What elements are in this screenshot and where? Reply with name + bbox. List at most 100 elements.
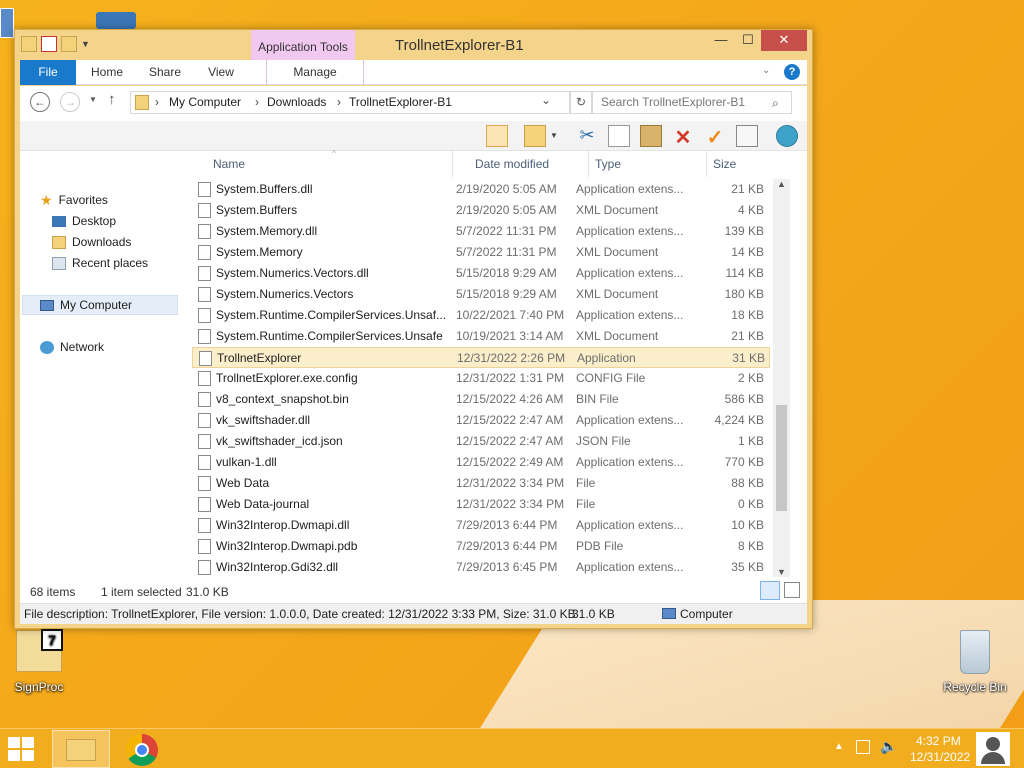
tab-share[interactable]: Share [140,60,190,85]
column-header-size[interactable]: Size [706,151,786,177]
file-date: 12/31/2022 1:31 PM [456,371,565,385]
table-row[interactable]: Web Data 12/31/2022 3:34 PM File 88 KB [192,473,770,494]
up-button[interactable]: ↑ [108,91,116,108]
table-row[interactable]: v8_context_snapshot.bin 12/15/2022 4:26 A… [192,389,770,410]
clock-date[interactable]: 12/31/2022 [910,750,970,764]
scroll-thumb[interactable] [776,405,787,511]
chevron-down-icon[interactable]: ⌄ [541,93,551,107]
table-row[interactable]: vulkan-1.dll 12/15/2022 2:49 AM Applicatio… [192,452,770,473]
nav-recent-places[interactable]: Recent places [52,253,148,273]
properties-icon[interactable] [41,36,57,52]
table-row[interactable]: Win32Interop.Gdi32.dll 7/29/2013 6:45 PM A… [192,557,770,578]
table-row[interactable]: System.Numerics.Vectors.dll 5/15/2018 9:2… [192,263,770,284]
breadcrumb-downloads[interactable]: Downloads [267,95,326,109]
file-size: 21 KB [731,329,764,343]
column-header-name[interactable]: Name [213,151,453,177]
nav-my-computer[interactable]: My Computer [40,295,132,315]
maximize-button[interactable]: ☐ [735,30,761,51]
file-icon [198,224,211,239]
tab-file[interactable]: File [20,60,76,85]
nav-desktop[interactable]: Desktop [52,211,116,231]
table-row[interactable]: System.Buffers 2/19/2020 5:05 AM XML Docum… [192,200,770,221]
action-center-icon[interactable] [856,740,870,754]
ribbon-expand-icon[interactable]: ⌄ [762,65,770,76]
help-icon[interactable]: ? [784,64,800,80]
file-icon [198,497,211,512]
signproc-icon: 7 [16,629,63,672]
folder-icon[interactable] [21,36,37,52]
clock-time[interactable]: 4:32 PM [916,734,961,748]
recent-locations-icon[interactable]: ▼ [89,95,97,104]
tab-manage[interactable]: Manage [266,60,364,85]
table-row[interactable]: System.Memory.dll 5/7/2022 11:31 PM Applic… [192,221,770,242]
table-row[interactable]: vk_swiftshader_icd.json 12/15/2022 2:47 A… [192,431,770,452]
file-name: vulkan-1.dll [216,455,277,469]
chevron-down-icon[interactable]: ▼ [81,36,91,52]
table-row[interactable]: System.Runtime.CompilerServices.Unsafe 10… [192,326,770,347]
file-size: 180 KB [724,287,764,301]
tab-home[interactable]: Home [84,60,130,85]
table-row[interactable]: System.Memory 5/7/2022 11:31 PM XML Docume… [192,242,770,263]
properties-icon[interactable] [736,125,758,147]
table-row[interactable]: Win32Interop.Dwmapi.dll 7/29/2013 6:44 PM… [192,515,770,536]
back-button[interactable]: ← [30,92,50,112]
show-hidden-icons[interactable]: ▲ [834,741,844,752]
search-icon[interactable]: ⌕ [772,96,779,111]
file-name: Web Data-journal [216,497,310,511]
volume-icon[interactable]: 🔈 [880,738,897,755]
desktop-icon-partial-top-2[interactable] [96,12,136,29]
minimize-button[interactable]: — [707,30,735,51]
table-row[interactable]: Win32Interop.Dwmapi.pdb 7/29/2013 6:44 PM… [192,536,770,557]
large-icons-view-icon[interactable] [784,582,800,598]
scroll-up-icon[interactable]: ▲ [773,179,790,189]
taskbar-chrome-button[interactable] [126,734,158,766]
new-folder-icon[interactable] [61,36,77,52]
search-input[interactable]: Search TrollnetExplorer-B1 [592,91,792,114]
selection-count: 1 item selected [101,585,182,599]
file-name: Web Data [216,476,270,490]
desktop-icon-recycle-bin[interactable]: Recycle Bin [940,630,1010,694]
file-type: File [576,497,596,511]
refresh-button[interactable]: ↻ [570,91,592,114]
tab-view[interactable]: View [198,60,244,85]
copy-icon[interactable] [608,125,630,147]
globe-icon[interactable] [776,125,798,147]
start-button[interactable] [8,737,36,761]
vertical-scrollbar[interactable]: ▲ ▼ [773,179,790,577]
nav-favorites[interactable]: ★ Favorites [40,190,108,210]
table-row[interactable]: System.Runtime.CompilerServices.Unsaf...… [192,305,770,326]
breadcrumb-my-computer[interactable]: My Computer [169,95,241,109]
nav-network[interactable]: Network [40,337,104,357]
table-row[interactable]: TrollnetExplorer.exe.config 12/31/2022 1:… [192,368,770,389]
details-view-icon[interactable] [760,581,780,600]
table-row[interactable]: System.Numerics.Vectors 5/15/2018 9:29 AM… [192,284,770,305]
close-button[interactable]: ✕ [761,30,807,51]
breadcrumb-current-folder[interactable]: TrollnetExplorer-B1 [349,95,452,109]
scroll-down-icon[interactable]: ▼ [773,567,790,577]
address-bar[interactable]: › My Computer › Downloads › TrollnetExpl… [130,91,570,114]
column-header-type[interactable]: Type [588,151,706,177]
title-bar[interactable]: ▼ Application Tools TrollnetExplorer-B1 … [15,30,812,60]
preview-pane-icon[interactable] [486,125,508,147]
forward-button[interactable]: → [60,92,80,112]
recycle-bin-icon [960,630,990,674]
delete-icon[interactable]: ✕ [672,125,694,149]
table-row[interactable]: System.Buffers.dll 2/19/2020 5:05 AM Appli… [192,179,770,200]
downloads-folder-icon [52,235,66,249]
paste-icon[interactable] [640,125,662,147]
dropdown-icon[interactable]: ▼ [550,125,562,147]
column-header-date[interactable]: Date modified [452,151,570,177]
desktop-icon-partial-top[interactable] [0,8,14,38]
taskbar-explorer-button[interactable] [52,730,110,768]
file-icon [198,308,211,323]
nav-label: Desktop [72,214,117,228]
new-folder-icon[interactable] [524,125,546,147]
table-row[interactable]: vk_swiftshader.dll 12/15/2022 2:47 AM Appl… [192,410,770,431]
nav-downloads[interactable]: Downloads [52,232,131,252]
rename-check-icon[interactable]: ✓ [704,125,726,149]
cut-icon[interactable]: ✂ [576,125,598,147]
user-avatar[interactable] [976,732,1010,766]
table-row[interactable]: Web Data-journal 12/31/2022 3:34 PM File 0 … [192,494,770,515]
desktop-icon-signproc[interactable]: 7 SignProc [4,629,74,694]
table-row[interactable]: TrollnetExplorer 12/31/2022 2:26 PM Applic… [192,347,770,368]
